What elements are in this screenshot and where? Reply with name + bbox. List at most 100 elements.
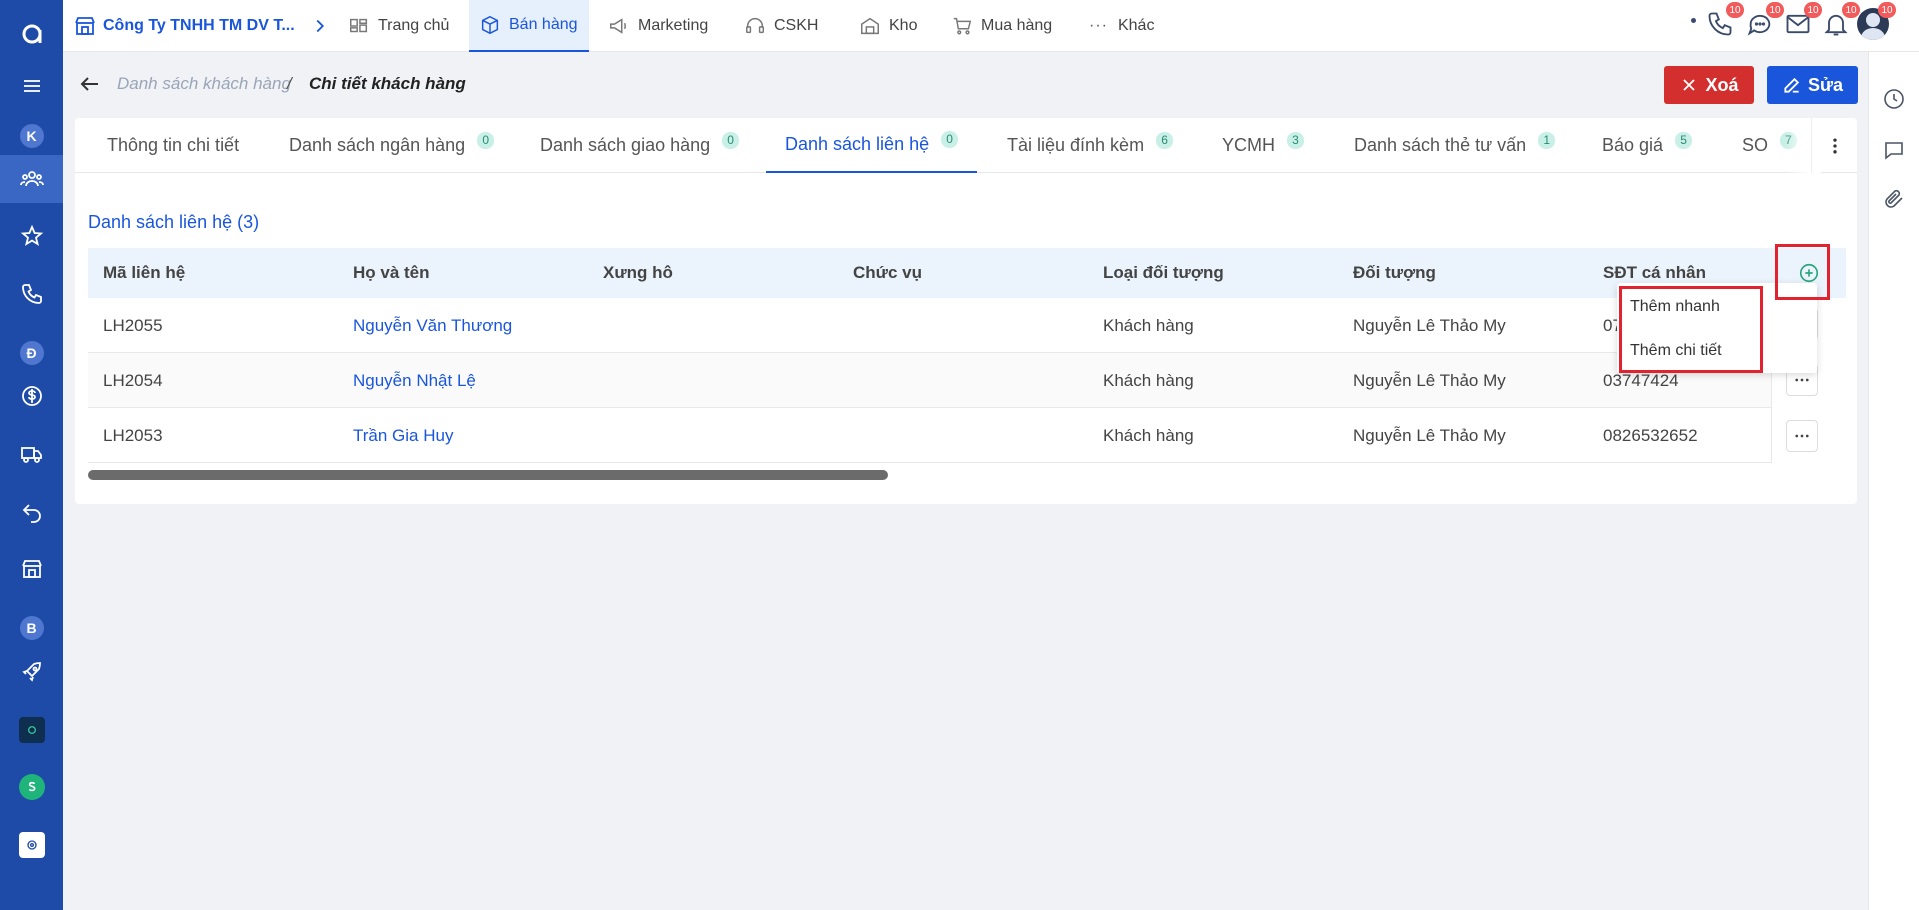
edit-button[interactable]: Sửa: [1767, 66, 1858, 104]
delete-button[interactable]: Xoá: [1664, 66, 1754, 104]
contact-type: Khách hàng: [1103, 426, 1194, 445]
dollar-icon: [21, 386, 42, 406]
tab-attachments[interactable]: Tài liệu đính kèm 6: [1007, 118, 1174, 173]
nav-customer-care[interactable]: CSKH: [734, 0, 828, 52]
contact-type: Khách hàng: [1103, 371, 1194, 390]
nav-other[interactable]: ··· Khác: [1079, 0, 1164, 52]
nav-warehouse[interactable]: Kho: [849, 0, 927, 52]
column-header: Loại đối tượng: [1103, 263, 1224, 282]
warehouse-icon: [861, 17, 879, 35]
table-row[interactable]: LH2054 Nguyễn Nhật Lệ Khách hàng Nguyễn …: [88, 353, 1771, 408]
tab-label: Danh sách thẻ tư vấn: [1354, 135, 1527, 155]
tab-count-badge: 6: [1156, 132, 1174, 149]
company-switcher[interactable]: Công Ty TNHH TM DV T...: [73, 0, 295, 52]
more-horizontal-icon: [1795, 378, 1809, 382]
nav-label: Bán hàng: [509, 16, 578, 33]
nav-home[interactable]: Trang chủ: [338, 0, 459, 52]
tab-count-badge: 3: [1287, 132, 1304, 149]
support-icon: [746, 18, 764, 34]
tab-quotes[interactable]: Báo giá 5: [1602, 118, 1693, 173]
clock-icon: [1884, 89, 1904, 109]
sidebar-item-delivery[interactable]: [0, 430, 63, 478]
nav-label: Kho: [889, 17, 918, 34]
sidebar-item-s[interactable]: [0, 763, 63, 811]
phone-button[interactable]: 10: [1706, 2, 1744, 40]
column-header: Chức vụ: [853, 263, 922, 282]
nav-label: Trang chủ: [378, 17, 450, 34]
row-more-button[interactable]: [1786, 420, 1818, 452]
sidebar-item-finance[interactable]: [0, 372, 63, 420]
tab-bank-list[interactable]: Danh sách ngân hàng 0: [289, 118, 495, 173]
contact-name-link[interactable]: Trần Gia Huy: [353, 426, 453, 446]
nav-purchasing[interactable]: Mua hàng: [941, 0, 1062, 52]
chat-button[interactable]: 10: [1746, 2, 1784, 40]
tab-contact-list[interactable]: Danh sách liên hệ 0: [766, 118, 978, 173]
arrow-left-icon: [80, 77, 98, 91]
nav-label: Marketing: [638, 17, 709, 34]
paperclip-icon: [1885, 189, 1903, 208]
sidebar-item-calls[interactable]: [0, 270, 63, 318]
nav-marketing[interactable]: Marketing: [598, 0, 718, 52]
nav-label: Mua hàng: [981, 17, 1053, 34]
more-vertical-icon: [1832, 138, 1837, 153]
tab-label: Danh sách giao hàng: [540, 135, 711, 155]
sidebar-letter: K: [19, 124, 44, 148]
back-button[interactable]: [78, 72, 102, 96]
top-bar: Công Ty TNHH TM DV T... Trang chủ Bán hà…: [63, 0, 1919, 52]
notification-badge: 10: [1804, 2, 1822, 18]
table-row[interactable]: LH2055 Nguyễn Văn Thương Khách hàng Nguy…: [88, 298, 1771, 353]
tab-count-badge: 5: [1675, 132, 1693, 149]
comment-icon: [1885, 142, 1903, 160]
menu-toggle[interactable]: [0, 62, 63, 110]
users-icon: [19, 171, 44, 187]
horizontal-scrollbar[interactable]: [88, 470, 888, 480]
mail-button[interactable]: 10: [1784, 2, 1822, 40]
sidebar-item-k[interactable]: K: [0, 112, 63, 160]
sidebar-item-customers[interactable]: [0, 155, 63, 203]
cart-icon: [953, 17, 972, 35]
contact-name-link[interactable]: Nguyễn Nhật Lệ: [353, 371, 476, 391]
table-row[interactable]: LH2053 Trần Gia Huy Khách hàng Nguyễn Lê…: [88, 408, 1771, 463]
contact-phone: 03747424: [1603, 371, 1679, 390]
sidebar-item-b[interactable]: B: [0, 604, 63, 652]
column-header: Xưng hô: [603, 263, 673, 282]
nav-label: CSKH: [774, 17, 819, 34]
tab-count-badge: 0: [477, 132, 495, 149]
tab-details[interactable]: Thông tin chi tiết: [107, 118, 239, 173]
contact-name-link[interactable]: Nguyễn Văn Thương: [353, 316, 512, 336]
sidebar-item-favorites[interactable]: [0, 212, 63, 260]
bell-button[interactable]: 10: [1822, 2, 1860, 40]
edit-icon: [1784, 77, 1800, 93]
tab-more-button[interactable]: [1811, 118, 1857, 173]
attachments-button[interactable]: [1882, 187, 1906, 211]
store-icon: [75, 17, 95, 35]
notification-badge: 10: [1878, 2, 1896, 18]
sidebar-item-launch[interactable]: [0, 648, 63, 696]
highlight-box: [1775, 244, 1830, 300]
history-button[interactable]: [1882, 87, 1906, 111]
column-header: Mã liên hệ: [103, 263, 186, 282]
return-icon: [22, 504, 41, 523]
contact-object: Nguyễn Lê Thảo My: [1353, 316, 1506, 335]
tab-ycmh[interactable]: YCMH 3: [1222, 118, 1304, 173]
tab-consulting-cards[interactable]: Danh sách thẻ tư vấn 1: [1354, 118, 1556, 173]
left-sidebar: K Đ B: [0, 0, 63, 910]
menu-icon: [23, 80, 40, 92]
tab-label: Báo giá: [1602, 135, 1664, 155]
table-header: Mã liên hệ Họ và tên Xưng hô Chức vụ Loạ…: [88, 248, 1846, 298]
sidebar-item-app[interactable]: [0, 706, 63, 754]
circle-app-icon: [18, 832, 45, 858]
app-logo[interactable]: [0, 10, 63, 58]
sidebar-item-store[interactable]: [0, 545, 63, 593]
comments-button[interactable]: [1882, 138, 1906, 162]
sidebar-item-returns[interactable]: [0, 488, 63, 536]
sidebar-item-circle-app[interactable]: [0, 821, 63, 869]
contacts-table: Mã liên hệ Họ và tên Xưng hô Chức vụ Loạ…: [88, 248, 1846, 483]
sidebar-item-d[interactable]: Đ: [0, 329, 63, 377]
chevron-right-icon[interactable]: [309, 15, 331, 37]
tab-delivery-list[interactable]: Danh sách giao hàng 0: [540, 118, 740, 173]
nav-sales[interactable]: Bán hàng: [469, 0, 589, 52]
tab-count-badge: 1: [1538, 132, 1556, 149]
s-icon: [18, 774, 45, 800]
breadcrumb-parent-link[interactable]: Danh sách khách hàng: [117, 74, 291, 94]
